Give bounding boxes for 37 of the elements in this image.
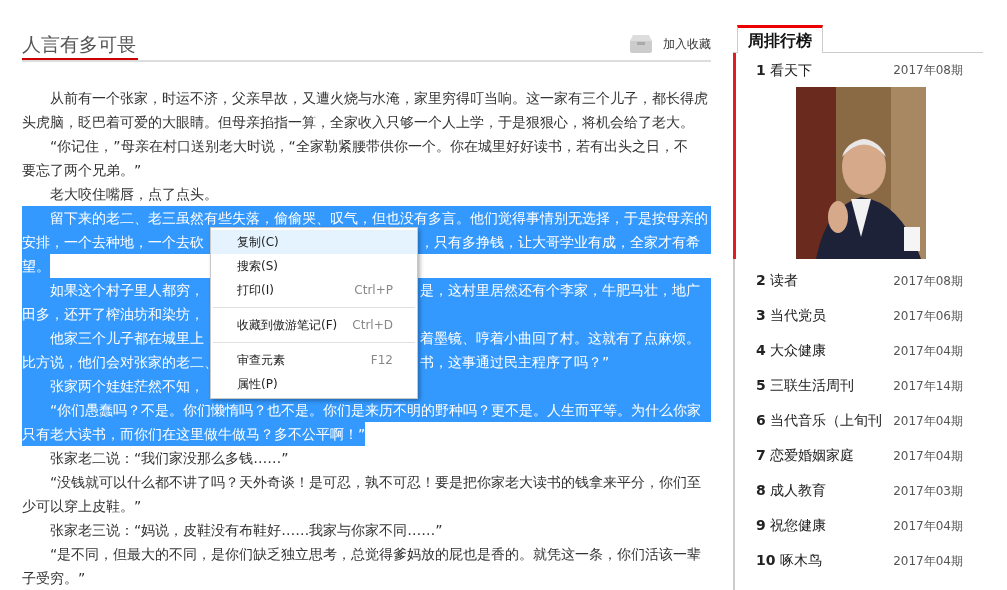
menu-item[interactable]: 复制(C) (211, 230, 417, 254)
menu-item[interactable]: 搜索(S) (211, 254, 417, 278)
article-paragraph: 张家老三说：“妈说，皮鞋没有布鞋好……我家与你家不同……” (49, 521, 444, 540)
article-title: 人言有多可畏 (22, 30, 138, 60)
ranking-item[interactable]: 3 当代党员 (756, 305, 827, 326)
ranking-item[interactable]: 10 啄木鸟 (756, 550, 822, 571)
issue-label: 2017年04期 (893, 342, 963, 360)
issue-label: 2017年04期 (893, 447, 963, 465)
ranking-item[interactable]: 9 祝您健康 (756, 515, 827, 536)
issue-label: 2017年06期 (893, 307, 963, 325)
article-paragraph: 老大咬住嘴唇，点了点头。 (49, 185, 219, 204)
article-paragraph: “你们愚蠢吗？不是。你们懒惰吗？也不是。你们是来历不明的野种吗？更不是。人生而平等。为什么你家 只有老大读书，而你们在这里做牛做马？多不公平啊！” (22, 398, 711, 446)
ranking-item[interactable]: 7 恋爱婚姻家庭 (756, 445, 855, 466)
issue-label: 2017年03期 (893, 482, 963, 500)
ranking-item[interactable]: 8 成人教育 (756, 480, 827, 501)
menu-item[interactable]: 打印(I) Ctrl+P (211, 278, 417, 302)
issue-label: 2017年08期 (893, 62, 963, 79)
ranking-item[interactable]: 5 三联生活周刊 (756, 375, 855, 396)
article-paragraph: “你记住，”母亲在村口送别老大时说，“全家勒紧腰带供你一个。你在城里好好读书，若有出头之日，不 要忘了两个兄弟。” (22, 137, 689, 180)
ranking-item[interactable]: 4 大众健康 (756, 340, 827, 361)
issue-label: 2017年14期 (893, 377, 963, 395)
menu-item[interactable]: 属性(P) (211, 372, 417, 396)
menu-item[interactable]: 审查元素 F12 (211, 348, 417, 372)
ranking-tab[interactable]: 周排行榜 (737, 25, 823, 53)
issue-label: 2017年04期 (893, 412, 963, 430)
ranking-item[interactable]: 1 看天下 (756, 59, 813, 81)
article-paragraph: 从前有一个张家，时运不济，父亲早故，又遭火烧与水淹，家里穷得叮当响。这一家有三个儿子，都长得虎 头虎脑，眨巴着可爱的大眼睛。但母亲掐指一算，全家收入只够一个人上学，于是狠狠心，将机会给了老大。 (22, 89, 709, 132)
issue-label: 2017年04期 (893, 552, 963, 570)
article-paragraph: “是不同，但最大的不同，是你们缺乏独立思考，总觉得爹妈放的屁也是香的。就凭这一条，你们活该一辈 子受穷。” (22, 545, 703, 588)
ranking-item[interactable]: 2 读者 (756, 270, 799, 291)
article-paragraph: “没钱就可以什么都不讲了吗？天外奇谈！是可忍，孰不可忍！要是把你家老大读书的钱拿来平分，你们至 少可以穿上皮鞋。” (22, 473, 703, 516)
issue-label: 2017年04期 (893, 517, 963, 535)
issue-label: 2017年08期 (893, 272, 963, 290)
tray-icon (629, 34, 653, 54)
bookmark-link[interactable]: 加入收藏 (663, 35, 711, 53)
article-paragraph: 张家老二说：“我们家没那么多钱……” (49, 449, 290, 468)
ranking-item[interactable]: 6 当代音乐（上旬刊 (756, 410, 883, 431)
